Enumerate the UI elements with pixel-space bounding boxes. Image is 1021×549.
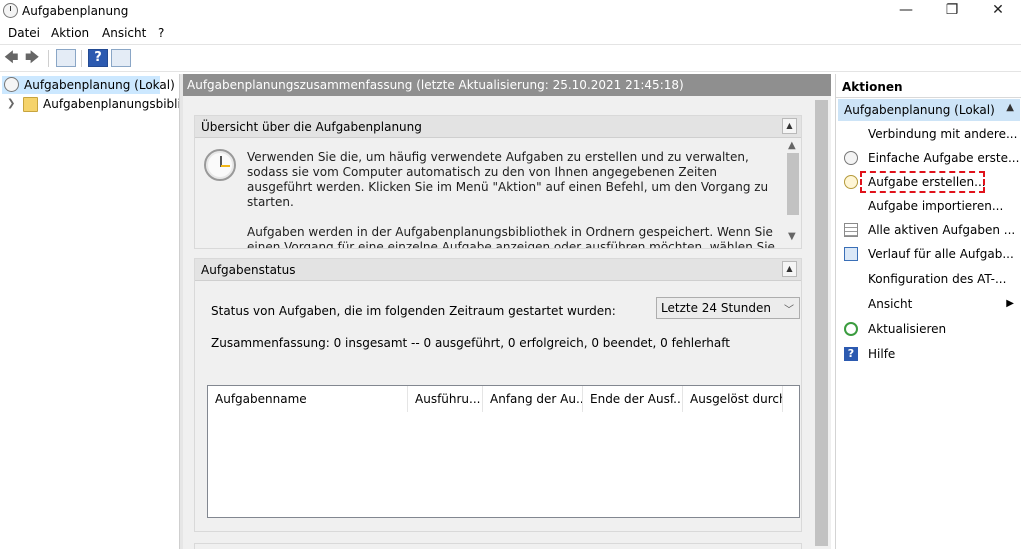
toolbar-separator [81, 50, 82, 67]
column-header[interactable]: Aufgabenname [208, 386, 408, 412]
chevron-down-icon: ﹀ [784, 305, 794, 316]
help-icon[interactable]: ? [88, 49, 108, 67]
summary-pane: Aufgabenplanungszusammenfassung (letzte … [183, 74, 831, 549]
status-period-label: Status von Aufgaben, die im folgenden Ze… [211, 304, 616, 318]
clock-star-icon [844, 175, 858, 189]
close-button[interactable]: ✕ [975, 0, 1021, 22]
list-icon [844, 223, 858, 237]
scroll-down-icon[interactable]: ▼ [788, 231, 796, 242]
overview-paragraph-2: Aufgaben werden in der Aufgabenplanungsb… [247, 225, 775, 248]
refresh-icon [844, 322, 858, 336]
action-import-task[interactable]: Aufgabe importieren... [836, 196, 1021, 218]
column-header[interactable]: Ende der Ausf... [583, 386, 683, 412]
menu-help[interactable]: ? [158, 26, 164, 40]
folder-icon [23, 97, 38, 112]
clock-icon [204, 149, 236, 181]
status-panel: Aufgabenstatus ▲ Status von Aufgaben, di… [194, 258, 802, 532]
minimize-button[interactable]: — [883, 0, 929, 22]
collapse-arrow-icon[interactable]: ▲ [782, 118, 797, 134]
overview-scrollbar[interactable]: ▲ ▼ [785, 139, 801, 245]
collapse-arrow-icon[interactable]: ▲ [1006, 102, 1014, 113]
action-create-basic-task[interactable]: Einfache Aufgabe erste... [836, 148, 1021, 170]
action-show-running-tasks[interactable]: Alle aktiven Aufgaben ... [836, 220, 1021, 242]
menu-datei[interactable]: Datei [8, 26, 40, 40]
expand-chevron-icon[interactable]: ❯ [7, 98, 15, 109]
action-label: Aufgabe importieren... [868, 199, 1004, 213]
column-header[interactable]: Ausführu... [408, 386, 483, 412]
actions-pane: Aktionen Aufgabenplanung (Lokal) ▲ Verbi… [835, 74, 1021, 549]
action-refresh[interactable]: Aktualisieren [836, 319, 1021, 341]
toolbar: 🡄 🡆 ? [0, 44, 1021, 72]
console-tree: Aufgabenplanung (Lokal) ❯ Aufgabenplanun… [0, 74, 179, 549]
status-title: Aufgabenstatus [201, 263, 296, 277]
period-dropdown[interactable]: Letzte 24 Stunden ﹀ [656, 297, 800, 319]
overview-panel: Übersicht über die Aufgabenplanung ▲ Ver… [194, 115, 802, 249]
action-at-configuration[interactable]: Konfiguration des AT-... [836, 269, 1021, 291]
forward-arrow-icon[interactable]: 🡆 [25, 51, 41, 65]
tree-item-aufgabenplanung-lokal[interactable]: Aufgabenplanung (Lokal) [2, 76, 175, 94]
action-label: Ansicht [868, 297, 913, 311]
back-arrow-icon[interactable]: 🡄 [4, 51, 20, 65]
overview-panel-title: Übersicht über die Aufgabenplanung ▲ [195, 116, 801, 138]
actions-title: Aktionen [836, 74, 1021, 98]
tree-item-bibliothek[interactable]: ❯ Aufgabenplanungsbibliothek [2, 95, 179, 113]
action-label: Hilfe [868, 347, 896, 361]
action-connect[interactable]: Verbindung mit andere... [836, 124, 1021, 146]
task-status-table[interactable]: Aufgabenname Ausführu... Anfang der Au..… [207, 385, 800, 518]
collapse-arrow-icon[interactable]: ▲ [782, 261, 797, 277]
clock-icon [844, 151, 858, 165]
title-bar: Aufgabenplanung — ❐ ✕ [0, 0, 1021, 22]
next-panel [194, 543, 802, 549]
action-label: Verbindung mit andere... [868, 127, 1018, 141]
toolbar-separator [48, 50, 49, 67]
scroll-up-icon[interactable]: ▲ [788, 140, 796, 151]
scroll-thumb[interactable] [815, 100, 828, 546]
actions-group-header[interactable]: Aufgabenplanung (Lokal) ▲ [838, 99, 1020, 121]
status-summary: Zusammenfassung: 0 insgesamt -- 0 ausgef… [211, 336, 730, 350]
action-label: Einfache Aufgabe erste... [868, 151, 1020, 165]
highlight-annotation [860, 171, 985, 193]
period-value: Letzte 24 Stunden [661, 301, 771, 315]
column-header[interactable]: Anfang der Au... [483, 386, 583, 412]
action-label: Verlauf für alle Aufgab... [868, 247, 1014, 261]
maximize-button[interactable]: ❐ [929, 0, 975, 22]
clock-icon [4, 77, 19, 92]
column-header[interactable]: Ausgelöst durch [683, 386, 783, 412]
action-label: Konfiguration des AT-... [868, 272, 1007, 286]
overview-text: Verwenden Sie die, um häufig verwendete … [247, 150, 777, 248]
submenu-arrow-icon: ▶ [1006, 298, 1014, 309]
menu-bar: Datei Aktion Ansicht ? [0, 22, 1021, 43]
action-view[interactable]: Ansicht ▶ [836, 294, 1021, 316]
summary-header: Aufgabenplanungszusammenfassung (letzte … [183, 74, 831, 96]
window-title: Aufgabenplanung [22, 4, 129, 18]
actions-group-label: Aufgabenplanung (Lokal) [844, 103, 995, 117]
show-action-pane-icon[interactable] [111, 49, 131, 67]
action-label: Aktualisieren [868, 322, 947, 336]
tree-item-label: Aufgabenplanungsbibliothek [43, 97, 179, 111]
action-help[interactable]: ? Hilfe [836, 344, 1021, 366]
action-task-history[interactable]: Verlauf für alle Aufgab... [836, 244, 1021, 266]
menu-aktion[interactable]: Aktion [51, 26, 89, 40]
show-console-tree-icon[interactable] [56, 49, 76, 67]
action-label: Alle aktiven Aufgaben ... [868, 223, 1016, 237]
clock-icon [3, 3, 18, 18]
help-icon: ? [844, 347, 858, 361]
summary-scrollbar[interactable] [813, 96, 831, 549]
scroll-thumb[interactable] [787, 153, 799, 215]
menu-ansicht[interactable]: Ansicht [102, 26, 146, 40]
overview-title: Übersicht über die Aufgabenplanung [201, 120, 422, 134]
overview-paragraph-1: Verwenden Sie die, um häufig verwendete … [247, 150, 769, 209]
tree-item-label: Aufgabenplanung (Lokal) [24, 78, 175, 92]
grid-icon [844, 247, 858, 261]
status-panel-title: Aufgabenstatus ▲ [195, 259, 801, 281]
